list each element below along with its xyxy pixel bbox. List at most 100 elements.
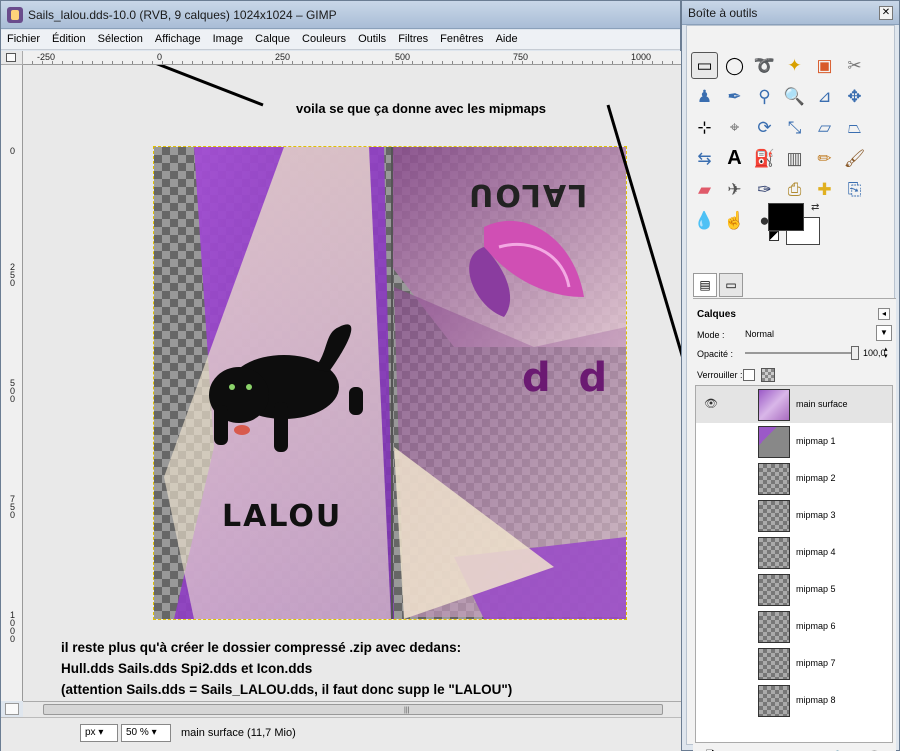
opacity-slider-track[interactable]: [745, 352, 853, 354]
swap-colors-icon[interactable]: ⇄: [811, 202, 819, 213]
menu-outils[interactable]: Outils: [352, 30, 392, 49]
paths-tool-icon[interactable]: ✒: [721, 83, 748, 110]
rotate-tool-icon[interactable]: ⟳: [751, 114, 778, 141]
scale-tool-icon[interactable]: ⤡: [781, 114, 808, 141]
annotation-top-note: voila se que ça donne avec les mipmaps: [296, 101, 546, 116]
layer-row[interactable]: mipmap 5: [696, 571, 892, 608]
scissors-tool-icon[interactable]: ✂: [841, 52, 868, 79]
lock-alpha-icon[interactable]: [761, 368, 775, 382]
perspective-clone-tool-icon[interactable]: ⎘: [841, 176, 868, 203]
dock-tabs: ▤ ▭: [693, 273, 743, 297]
menu-selection[interactable]: Sélection: [92, 30, 149, 49]
blend-tool-icon[interactable]: ▥: [781, 145, 808, 172]
navigate-icon[interactable]: [5, 703, 19, 715]
menu-filtres[interactable]: Filtres: [392, 30, 434, 49]
eraser-tool-icon[interactable]: ▰: [691, 176, 718, 203]
heal-tool-icon[interactable]: ✚: [811, 176, 838, 203]
measure-tool-icon[interactable]: ⊿: [811, 83, 838, 110]
align-tool-icon[interactable]: ⊹: [691, 114, 718, 141]
opacity-value[interactable]: 100,0: [863, 348, 886, 358]
clone-tool-icon[interactable]: ⎙: [781, 176, 808, 203]
default-colors-icon[interactable]: [769, 231, 779, 241]
horizontal-ruler[interactable]: -250 0 250 500 750 1000: [23, 51, 682, 65]
unit-select[interactable]: px ▾: [80, 724, 118, 742]
paintbrush-tool-icon[interactable]: 🖌: [841, 145, 868, 172]
layer-row[interactable]: mipmap 2: [696, 460, 892, 497]
zoom-select[interactable]: 50 % ▾: [121, 724, 171, 742]
layers-tab-icon[interactable]: ▤: [693, 273, 717, 297]
window-titlebar[interactable]: Sails_lalou.dds-10.0 (RVB, 9 calques) 10…: [1, 1, 680, 29]
layer-row[interactable]: mipmap 6: [696, 608, 892, 645]
image-canvas[interactable]: LALOU LALOU d d: [153, 146, 627, 620]
layer-row[interactable]: 👁 main surface: [696, 386, 892, 423]
horizontal-scrollbar[interactable]: |||: [23, 701, 682, 717]
spin-arrows-icon[interactable]: ▴ ▾: [884, 346, 892, 360]
layer-name: mipmap 5: [796, 584, 836, 594]
zoom-tool-icon[interactable]: 🔍: [781, 83, 808, 110]
layer-list[interactable]: 👁 main surface mipmap 1 mipmap 2 mipmap …: [695, 385, 893, 743]
gimp-app-icon: [7, 7, 23, 23]
channels-tab-icon[interactable]: ▭: [719, 273, 743, 297]
menu-fichier[interactable]: Fichier: [1, 30, 46, 49]
vertical-ruler[interactable]: 0 250 500 750 1000: [1, 65, 23, 701]
menu-affichage[interactable]: Affichage: [149, 30, 207, 49]
menu-couleurs[interactable]: Couleurs: [296, 30, 352, 49]
menu-aide[interactable]: Aide: [490, 30, 524, 49]
lasso-tool-icon[interactable]: ➰: [751, 52, 778, 79]
layer-thumbnail: [758, 685, 790, 717]
flip-tool-icon[interactable]: ⇆: [691, 145, 718, 172]
ruler-label: 750: [10, 494, 16, 520]
layer-thumbnail: [758, 426, 790, 458]
airbrush-tool-icon[interactable]: ✈: [721, 176, 748, 203]
ellipse-select-tool-icon[interactable]: ◯: [721, 52, 748, 79]
canvas-area[interactable]: LALOU LALOU d d voila se que ça donne av…: [23, 65, 682, 701]
close-icon[interactable]: ✕: [879, 6, 893, 20]
rect-select-tool-icon[interactable]: ▭: [691, 52, 718, 79]
shear-tool-icon[interactable]: ▱: [811, 114, 838, 141]
opacity-slider-knob[interactable]: [851, 346, 859, 360]
layer-row[interactable]: mipmap 8: [696, 682, 892, 719]
menu-edition[interactable]: Édition: [46, 30, 92, 49]
select-by-color-tool-icon[interactable]: ▣: [811, 52, 838, 79]
ruler-label: 750: [513, 52, 529, 62]
move-tool-icon[interactable]: ✥: [841, 83, 868, 110]
quick-mask-toggle[interactable]: [1, 51, 23, 65]
foreground-color-swatch[interactable]: [768, 203, 804, 231]
layers-panel-title: Calques: [697, 309, 736, 320]
layer-row[interactable]: mipmap 4: [696, 534, 892, 571]
ruler-label: 1000: [10, 610, 16, 644]
ruler-label: 0: [10, 146, 16, 156]
layer-row[interactable]: mipmap 7: [696, 645, 892, 682]
blur-tool-icon[interactable]: 💧: [691, 207, 718, 234]
mode-dropdown-icon[interactable]: ▼: [876, 325, 892, 341]
toolbox-titlebar[interactable]: Boîte à outils ✕: [682, 1, 899, 25]
layers-panel: Calques ◂ Mode : Normal ▼ Opacité : 100,…: [693, 298, 896, 751]
layer-name: mipmap 2: [796, 473, 836, 483]
menu-calque[interactable]: Calque: [249, 30, 296, 49]
smudge-tool-icon[interactable]: ☝: [721, 207, 748, 234]
perspective-tool-icon[interactable]: ⏢: [841, 114, 868, 141]
new-layer-icon[interactable]: 🗋: [706, 747, 716, 751]
eye-icon[interactable]: 👁: [704, 397, 718, 411]
text-tool-icon[interactable]: A: [721, 145, 748, 172]
lock-pixels-checkbox[interactable]: [743, 369, 755, 381]
pencil-tool-icon[interactable]: ✏: [811, 145, 838, 172]
layer-row[interactable]: mipmap 3: [696, 497, 892, 534]
panel-menu-icon[interactable]: ◂: [878, 308, 890, 320]
note-line: (attention Sails.dds = Sails_LALOU.dds, …: [61, 682, 513, 697]
layer-name: mipmap 8: [796, 695, 836, 705]
crop-tool-icon[interactable]: ⌖: [721, 114, 748, 141]
bucket-fill-tool-icon[interactable]: ⛽: [751, 145, 778, 172]
magic-wand-tool-icon[interactable]: ✦: [781, 52, 808, 79]
mode-value[interactable]: Normal: [745, 329, 774, 339]
ink-tool-icon[interactable]: ✑: [751, 176, 778, 203]
foreground-select-tool-icon[interactable]: ♟: [691, 83, 718, 110]
color-picker-tool-icon[interactable]: ⚲: [751, 83, 778, 110]
menu-image[interactable]: Image: [207, 30, 250, 49]
menu-fenetres[interactable]: Fenêtres: [434, 30, 489, 49]
layer-name: mipmap 1: [796, 436, 836, 446]
gimp-image-window: Sails_lalou.dds-10.0 (RVB, 9 calques) 10…: [0, 0, 682, 751]
scrollbar-thumb[interactable]: |||: [43, 704, 663, 715]
ruler-label: 500: [10, 378, 16, 404]
layer-row[interactable]: mipmap 1: [696, 423, 892, 460]
